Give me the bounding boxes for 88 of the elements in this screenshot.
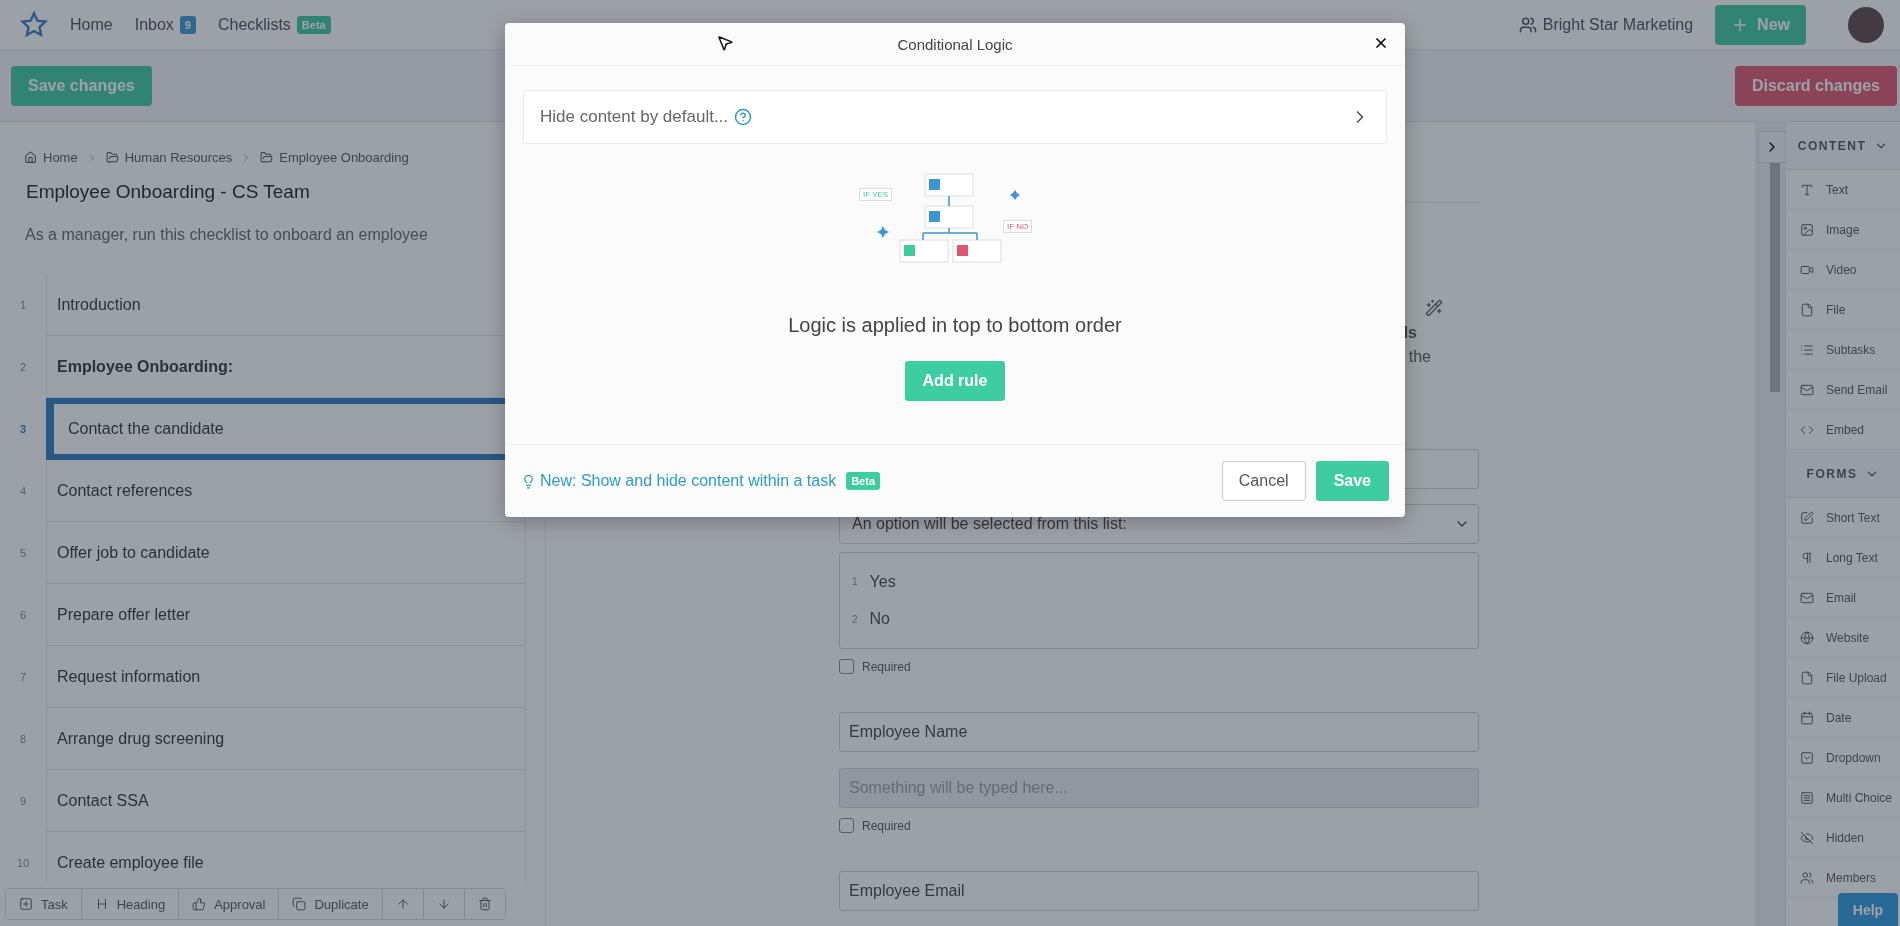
home-icon (24, 151, 37, 164)
section-header[interactable]: FORMS (1786, 450, 1900, 498)
thumbs-up-icon (192, 897, 207, 911)
nav-link[interactable]: Inbox 9 (134, 15, 196, 34)
required-checkbox[interactable]: Required (839, 659, 1479, 674)
plus-square-icon (19, 897, 33, 911)
checkbox[interactable] (839, 818, 854, 833)
action-button[interactable]: Task (6, 889, 82, 919)
dropdown-icon (1800, 750, 1814, 765)
row-label: Hide content by default... (540, 107, 729, 127)
task-number: 5 (18, 546, 28, 561)
close-button[interactable] (1373, 35, 1389, 51)
task-number: 3 (18, 422, 28, 437)
nav-link[interactable]: Home (70, 15, 113, 34)
discard-changes-button[interactable]: Discard changes (1734, 65, 1897, 106)
breadcrumb-link[interactable]: Employee Onboarding (260, 150, 409, 165)
required-checkbox[interactable]: Required (839, 818, 1479, 833)
help-button[interactable]: Help (1838, 893, 1898, 926)
required-label: Required (862, 659, 911, 674)
checklist-description: As a manager, run this checklist to onboard an employee (24, 225, 429, 244)
help-icon[interactable] (734, 108, 753, 126)
folder-icon (260, 151, 274, 164)
checkbox[interactable] (839, 659, 854, 674)
condition-tag: IF YES (859, 188, 893, 201)
task-number: 6 (18, 608, 28, 623)
task-item[interactable]: Arrange drug screening (46, 708, 526, 770)
modal-title: Conditional Logic (897, 35, 1013, 53)
copy-icon (292, 897, 307, 911)
task-number: 8 (18, 732, 28, 747)
users-icon (1518, 15, 1537, 34)
pen-square-icon (1800, 510, 1814, 525)
organization-link[interactable]: Bright Star Marketing (1518, 15, 1694, 34)
task-number: 10 (15, 856, 31, 871)
task-number: 4 (18, 484, 28, 499)
eye-off-icon (1800, 830, 1814, 845)
list-icon (1800, 342, 1814, 357)
default-visibility-row[interactable]: Hide content by default... (523, 90, 1387, 144)
logic-message: Logic is applied in top to bottom order (787, 314, 1123, 337)
folder-icon (105, 151, 119, 164)
task-item[interactable]: Prepare offer letter (46, 584, 526, 646)
section-header[interactable]: CONTENT (1786, 122, 1900, 170)
required-label: Required (862, 818, 911, 833)
cancel-button[interactable]: Cancel (1221, 461, 1306, 501)
nav-badge: 9 (179, 15, 196, 34)
option-number: 2 (852, 613, 858, 625)
magic-wand-icon[interactable] (1425, 299, 1443, 317)
option-label: No (869, 610, 890, 629)
collapse-toggle[interactable] (1758, 131, 1786, 163)
globe-icon (1800, 630, 1814, 645)
task-number: 7 (18, 670, 28, 685)
text-icon (1800, 182, 1814, 197)
condition-tag: IF NO (1003, 220, 1033, 233)
menu-square-icon (1800, 790, 1814, 805)
avatar[interactable] (1848, 6, 1884, 43)
file-icon (1800, 670, 1814, 685)
envelope-icon (1800, 382, 1814, 397)
beta-badge: Beta (846, 472, 880, 490)
breadcrumb-link[interactable]: Human Resources (105, 150, 233, 165)
task-number: 1 (18, 298, 28, 313)
option-label: Yes (869, 572, 896, 591)
pilcrow-icon (1800, 550, 1814, 565)
task-item[interactable]: Contact SSA (46, 770, 526, 832)
task-item[interactable]: Request information (46, 646, 526, 708)
text-fragment: the (1408, 347, 1431, 367)
envelope-icon (1800, 590, 1814, 605)
image-icon (1800, 222, 1814, 237)
trash-icon (477, 897, 492, 911)
lightbulb-icon (521, 473, 536, 489)
text-fragment: ls (1403, 323, 1417, 343)
task-number: 9 (18, 794, 28, 809)
option-number: 1 (852, 576, 858, 588)
nav-link[interactable]: Checklists Beta (217, 15, 331, 34)
close-icon (1373, 35, 1389, 51)
star-logo[interactable] (20, 10, 48, 39)
input-field[interactable]: Employee Email (839, 871, 1479, 911)
save-button[interactable]: Save (1315, 461, 1389, 501)
task-number: 2 (18, 360, 28, 375)
task-item[interactable]: Offer job to candidate (46, 522, 526, 584)
breadcrumb-link[interactable]: Home (24, 150, 78, 165)
nav-badge: Beta (296, 15, 331, 34)
mouse-cursor-icon (716, 34, 734, 52)
select-value: An option will be selected from this list: (852, 515, 1127, 533)
calendar-icon (1800, 710, 1814, 725)
users-icon (1800, 870, 1814, 885)
checklist-title: Employee Onboarding - CS Team (25, 180, 311, 203)
add-rule-button[interactable]: Add rule (904, 361, 1006, 401)
input-field[interactable]: Employee Name (839, 712, 1479, 752)
file-icon (1800, 302, 1814, 317)
